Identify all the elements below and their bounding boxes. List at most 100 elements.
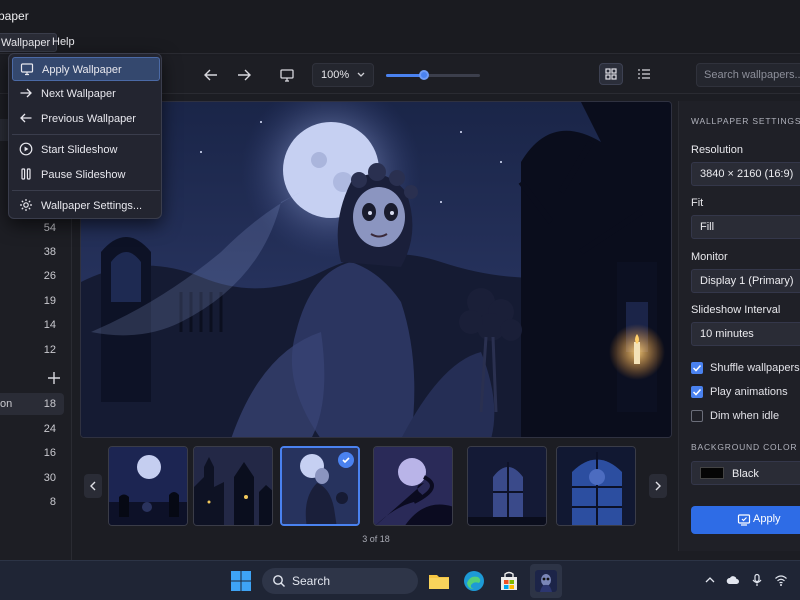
sidebar-item[interactable]: 16: [0, 442, 64, 464]
menu-wallpaper[interactable]: Wallpaper: [0, 33, 58, 52]
item-count: 16: [43, 447, 56, 459]
shuffle-checkbox[interactable]: [691, 362, 703, 374]
slideshow-interval-label: Slideshow Interval: [691, 304, 781, 316]
item-count: 12: [43, 344, 56, 356]
sidebar-item[interactable]: 26: [0, 265, 64, 287]
settings-panel: WALLPAPER SETTINGS Resolution 3840 × 216…: [678, 101, 800, 551]
thumbs-next-button[interactable]: [649, 474, 667, 498]
sidebar-item[interactable]: 30: [0, 467, 64, 489]
shuffle-label: Shuffle wallpapers: [710, 362, 800, 374]
resolution-label: Resolution: [691, 144, 743, 156]
cathedral-window-thumbnail: [468, 447, 546, 525]
microsoft-store-icon[interactable]: [497, 569, 521, 593]
sidebar-item[interactable]: 24: [0, 418, 64, 440]
menu-item-label: Wallpaper Settings...: [41, 200, 143, 212]
arrow-left-icon: [20, 113, 32, 123]
thumbnail[interactable]: [556, 446, 636, 526]
menu-separator: [12, 190, 160, 191]
wallpaper-menu-dropdown: Apply Wallpaper Next Wallpaper Previous …: [8, 53, 162, 219]
menu-item-next-wallpaper[interactable]: Next Wallpaper: [12, 82, 160, 106]
wallpaper-preview: [80, 101, 672, 438]
set-desktop-button[interactable]: [275, 64, 299, 86]
dim-idle-label: Dim when idle: [710, 410, 780, 422]
background-color-select[interactable]: Black: [691, 461, 800, 485]
sidebar-item[interactable]: 54: [0, 217, 64, 239]
menu-item-label: Pause Slideshow: [41, 169, 126, 181]
background-color-header: BACKGROUND COLOR: [691, 442, 798, 452]
spiral-hill-thumbnail: [374, 447, 452, 525]
taskbar-search[interactable]: Search: [262, 568, 418, 594]
sidebar-item[interactable]: 19: [0, 290, 64, 312]
menu-item-previous-wallpaper[interactable]: Previous Wallpaper: [12, 107, 160, 131]
animations-checkbox[interactable]: [691, 386, 703, 398]
item-count: 19: [43, 295, 56, 307]
animations-label: Play animations: [710, 386, 788, 398]
item-count: 8: [49, 496, 56, 508]
pause-icon: [21, 168, 31, 180]
menu-item-wallpaper-settings[interactable]: Wallpaper Settings...: [12, 194, 160, 218]
wallpaper-app-icon[interactable]: [534, 569, 558, 593]
menu-item-start-slideshow[interactable]: Start Slideshow: [12, 138, 160, 162]
item-count: 54: [43, 222, 56, 234]
item-count: 30: [43, 472, 56, 484]
thumbnail[interactable]: [467, 446, 547, 526]
zoom-slider[interactable]: [386, 70, 480, 80]
sidebar-item[interactable]: 38: [0, 241, 64, 263]
menu-help[interactable]: Help: [52, 36, 75, 48]
menu-item-pause-slideshow[interactable]: Pause Slideshow: [12, 163, 160, 187]
stained-glass-thumbnail: [557, 447, 635, 525]
taskbar: Search: [0, 560, 800, 600]
windows-start-icon[interactable]: [229, 569, 253, 593]
menu-item-label: Next Wallpaper: [41, 88, 116, 100]
sidebar-item[interactable]: 12: [0, 339, 64, 361]
item-count: 26: [43, 270, 56, 282]
sidebar-item[interactable]: 8: [0, 491, 64, 513]
forward-button[interactable]: [232, 64, 256, 86]
background-color-value: Black: [732, 468, 759, 480]
sidebar-item[interactable]: 14: [0, 314, 64, 336]
zoom-slider-handle[interactable]: [419, 70, 429, 80]
slideshow-interval-select[interactable]: 10 minutes: [691, 322, 800, 346]
thumbnail-selected[interactable]: [280, 446, 360, 526]
chevron-up-icon[interactable]: [703, 573, 717, 587]
wifi-icon[interactable]: [774, 573, 788, 587]
item-label: on: [0, 398, 13, 410]
thumbs-prev-button[interactable]: [84, 474, 102, 498]
back-button[interactable]: [199, 64, 223, 86]
arrow-right-icon: [238, 69, 251, 81]
thumbnail[interactable]: [373, 446, 453, 526]
apply-button[interactable]: Apply: [691, 506, 800, 534]
thumbnail[interactable]: [193, 446, 273, 526]
menu-item-apply-wallpaper[interactable]: Apply Wallpaper: [12, 57, 160, 81]
thumbnail[interactable]: [108, 446, 188, 526]
item-count: 18: [43, 398, 56, 410]
window-title: paper: [0, 9, 29, 23]
add-collection-icon[interactable]: [47, 371, 61, 385]
apply-icon: [737, 514, 751, 526]
resolution-select[interactable]: 3840 × 2160 (16:9): [691, 162, 800, 186]
cloud-icon[interactable]: [726, 573, 740, 587]
monitor-select[interactable]: Display 1 (Primary): [691, 269, 800, 293]
app-window: paper Wallpaper Help 100% Search wallpap…: [0, 0, 800, 560]
menu-separator: [12, 134, 160, 135]
list-view-button[interactable]: [632, 63, 656, 85]
color-swatch: [700, 467, 724, 479]
thumbnail-strip: [80, 444, 672, 530]
sidebar-item-selected[interactable]: on 18: [0, 393, 64, 415]
list-icon: [638, 69, 650, 79]
dim-idle-checkbox[interactable]: [691, 410, 703, 422]
menu-item-label: Previous Wallpaper: [41, 113, 136, 125]
zoom-select[interactable]: 100%: [312, 63, 374, 87]
fit-select[interactable]: Fill: [691, 215, 800, 239]
item-count: 24: [43, 423, 56, 435]
monitor-icon: [20, 63, 34, 76]
microphone-icon[interactable]: [750, 573, 764, 587]
file-explorer-icon[interactable]: [427, 569, 451, 593]
search-input[interactable]: Search wallpapers...: [696, 63, 800, 87]
grid-view-button[interactable]: [599, 63, 623, 85]
menu-item-label: Start Slideshow: [41, 144, 118, 156]
item-count: 14: [43, 319, 56, 331]
title-bar: paper: [0, 0, 800, 32]
chevron-down-icon: [357, 72, 365, 77]
edge-browser-icon[interactable]: [462, 569, 486, 593]
